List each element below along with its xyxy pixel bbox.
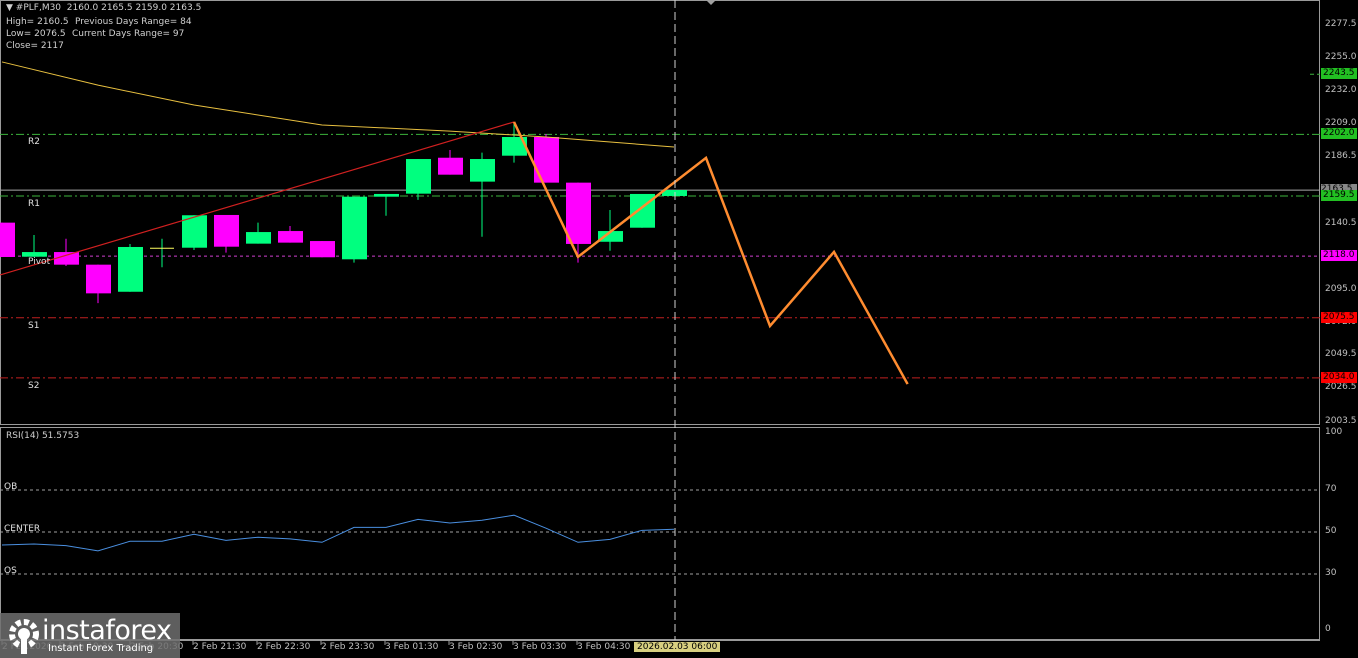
collapse-icon[interactable]: ▼	[6, 3, 16, 13]
logo-tagline: Instant Forex Trading	[48, 643, 154, 654]
time-label: 3 Feb 02:30	[449, 642, 503, 652]
rsi-level-label-center: CENTER	[4, 524, 41, 534]
level-label-s2: S2	[28, 380, 40, 391]
forecast-zigzag-line	[512, 121, 909, 385]
price-axis-label: 2277.5	[1325, 19, 1357, 29]
time-label: 2 Feb 23:30	[321, 642, 375, 652]
candle-body	[438, 157, 463, 175]
rsi-axis-label: 100	[1325, 427, 1343, 437]
price-tag-2034.0: 2034.0	[1321, 371, 1357, 383]
time-label: 2 Feb 21:30	[193, 642, 247, 652]
symbol-ohlc: ▼ #PLF,M30 2160.0 2165.5 2159.0 2163.5	[6, 3, 202, 13]
low-value: Low= 2076.5	[6, 29, 66, 39]
time-label: 3 Feb 04:30	[577, 642, 631, 652]
price-axis-label: 2186.5	[1325, 151, 1357, 161]
candle-body	[0, 222, 15, 257]
price-axis-label: 2026.5	[1325, 382, 1357, 392]
rsi-level-label-os: OS	[4, 566, 17, 576]
gear-logo-icon	[9, 619, 39, 654]
level-label-s1: S1	[28, 320, 40, 331]
time-label: 3 Feb 03:30	[513, 642, 567, 652]
previous-days-range: Previous Days Range= 84	[75, 17, 192, 27]
current-days-range: Current Days Range= 97	[72, 29, 185, 39]
logo-name: instaforex	[42, 615, 172, 646]
price-axis-label: 2232.0	[1325, 85, 1357, 95]
close-value: Close= 2117	[6, 41, 64, 51]
candle-body	[86, 264, 111, 294]
candle-body	[406, 159, 431, 194]
rsi-axis-label: 30	[1325, 568, 1337, 578]
candle-body	[374, 193, 399, 197]
price-axis-label: 2209.0	[1325, 118, 1357, 128]
candle-body	[246, 232, 271, 244]
level-label-r1: R1	[28, 198, 40, 209]
candle-body	[278, 231, 303, 243]
time-label: 2 Feb 22:30	[257, 642, 311, 652]
candle-body	[118, 246, 143, 292]
price-chart[interactable]	[0, 0, 1358, 658]
candle-body	[342, 196, 367, 260]
rsi-axis-label: 0	[1325, 624, 1331, 634]
shift-marker-icon[interactable]	[706, 0, 716, 5]
price-axis-label: 2049.5	[1325, 349, 1357, 359]
price-axis-label: 2095.0	[1325, 284, 1357, 294]
candle-body	[22, 252, 47, 257]
candle-body	[566, 182, 591, 244]
level-label-r2: R2	[28, 137, 40, 148]
rsi-label: RSI(14) 51.5753	[6, 431, 80, 441]
candle-body	[534, 137, 559, 183]
level-label-pivot: Pivot	[28, 257, 51, 268]
rsi-axis-label: 50	[1325, 526, 1337, 536]
time-label: 3 Feb 01:30	[385, 642, 439, 652]
rsi-pane-border	[0, 427, 1320, 640]
trend-line	[0, 121, 515, 276]
price-axis-label: 2140.5	[1325, 218, 1357, 228]
main-pane-border	[0, 0, 1320, 425]
price-tag-2243.5: 2243.5	[1321, 68, 1357, 80]
high-value: High= 2160.5	[6, 17, 69, 27]
rsi-line	[1, 514, 675, 552]
price-tag-2075.5: 2075.5	[1321, 311, 1357, 323]
price-tag-2202.0: 2202.0	[1321, 128, 1357, 140]
rsi-axis-label: 70	[1325, 484, 1337, 494]
candle-body	[310, 241, 335, 258]
rsi-level-label-ob: OB	[4, 482, 18, 492]
price-tag-2118.0: 2118.0	[1321, 250, 1357, 262]
time-cursor-label: 2026.02.03 06:00	[634, 642, 721, 652]
candle-body	[214, 214, 239, 247]
price-axis-label: 2003.5	[1325, 416, 1357, 426]
instaforex-logo: instaforex Instant Forex Trading	[0, 613, 180, 658]
candle-body	[470, 159, 495, 182]
price-tag-2159.5: 2159.5	[1321, 189, 1357, 201]
price-axis-label: 2255.0	[1325, 52, 1357, 62]
